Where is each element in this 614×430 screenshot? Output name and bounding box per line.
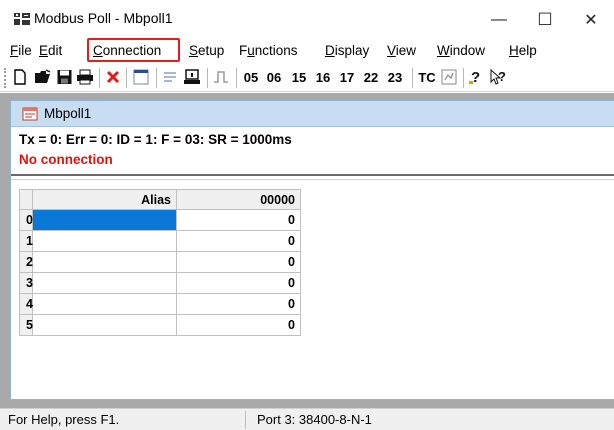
alias-cell[interactable] [33,231,177,252]
status-bar: For Help, press F1. Port 3: 38400-8-N-1 [0,408,614,430]
address-column-header[interactable]: 00000 [177,189,301,210]
function-06-button[interactable]: 06 [266,69,282,85]
function-16-button[interactable]: 16 [315,69,331,85]
communication-icon[interactable] [441,69,457,85]
mbpoll-child-window: Mbpoll1 Tx = 0: Err = 0: ID = 1: F = 03:… [10,100,614,400]
function-23-button[interactable]: 23 [387,69,403,85]
grid-corner[interactable] [19,189,33,210]
window-icon[interactable] [133,69,149,85]
modbus-app-icon [14,13,30,25]
poll-status-line: Tx = 0: Err = 0: ID = 1: F = 03: SR = 10… [19,132,292,147]
help-hint: For Help, press F1. [8,412,120,427]
alias-column-header[interactable]: Alias [33,189,177,210]
divider [11,174,614,176]
alias-cell[interactable] [33,294,177,315]
value-cell[interactable]: 0 [177,315,301,336]
connect-icon[interactable] [162,69,178,85]
about-help-icon[interactable]: ? [469,69,483,85]
function-17-button[interactable]: 17 [339,69,355,85]
toolbar-grip[interactable] [4,68,6,88]
print-icon[interactable] [76,69,94,85]
child-window-title: Mbpoll1 [44,106,92,121]
value-cell[interactable]: 0 [177,273,301,294]
document-icon [22,107,38,121]
value-cell[interactable]: 0 [177,231,301,252]
minimize-button[interactable]: — [476,6,522,34]
row-index[interactable]: 3 [19,273,33,294]
toolbar-separator [99,68,100,88]
toolbar-separator [463,68,464,88]
alias-cell[interactable] [33,252,177,273]
toolbar-separator [126,68,127,88]
function-15-button[interactable]: 15 [291,69,307,85]
menu-file[interactable]: File [10,43,32,58]
status-divider [245,411,246,429]
toolbar-separator [156,68,157,88]
disconnect-icon[interactable] [183,69,201,85]
value-cell[interactable]: 0 [177,294,301,315]
menu-display[interactable]: Display [325,43,369,58]
value-cell[interactable]: 0 [177,210,301,231]
row-index[interactable]: 4 [19,294,33,315]
menu-edit[interactable]: Edit [39,43,62,58]
open-folder-icon[interactable] [34,69,52,85]
toolbar-separator [207,68,208,88]
save-icon[interactable] [57,69,72,85]
toolbar-separator [412,68,413,88]
menu-help[interactable]: Help [509,43,537,58]
close-button[interactable]: ✕ [568,6,614,34]
menu-window[interactable]: Window [437,43,485,58]
row-index[interactable]: 5 [19,315,33,336]
row-index[interactable]: 0 [19,210,33,231]
single-scan-icon[interactable] [213,69,229,85]
divider [11,179,614,180]
menu-setup[interactable]: Setup [189,43,224,58]
child-title-bar[interactable]: Mbpoll1 [11,101,614,127]
menu-functions[interactable]: Functions [239,43,298,58]
new-file-icon[interactable] [12,69,28,85]
toolbar-separator [236,68,237,88]
window-title: Modbus Poll - Mbpoll1 [34,10,173,26]
connection-highlight-box [87,38,180,62]
function-22-button[interactable]: 22 [363,69,379,85]
menu-view[interactable]: View [387,43,416,58]
port-settings: Port 3: 38400-8-N-1 [257,412,372,427]
alias-cell[interactable] [33,315,177,336]
connection-status: No connection [19,152,113,167]
delete-x-icon[interactable] [106,69,120,85]
toolbar: 05 06 15 16 17 22 23 TC ? ? [0,62,614,92]
context-help-icon[interactable]: ? [489,69,507,85]
row-index[interactable]: 1 [19,231,33,252]
function-05-button[interactable]: 05 [243,69,259,85]
traffic-monitor-button[interactable]: TC [418,69,436,85]
value-cell[interactable]: 0 [177,252,301,273]
alias-cell[interactable] [33,273,177,294]
svg-text:?: ? [498,69,506,84]
alias-cell[interactable] [33,210,177,231]
row-index[interactable]: 2 [19,252,33,273]
maximize-button[interactable]: ☐ [522,6,568,34]
title-bar: Modbus Poll - Mbpoll1 — ☐ ✕ [0,0,614,38]
